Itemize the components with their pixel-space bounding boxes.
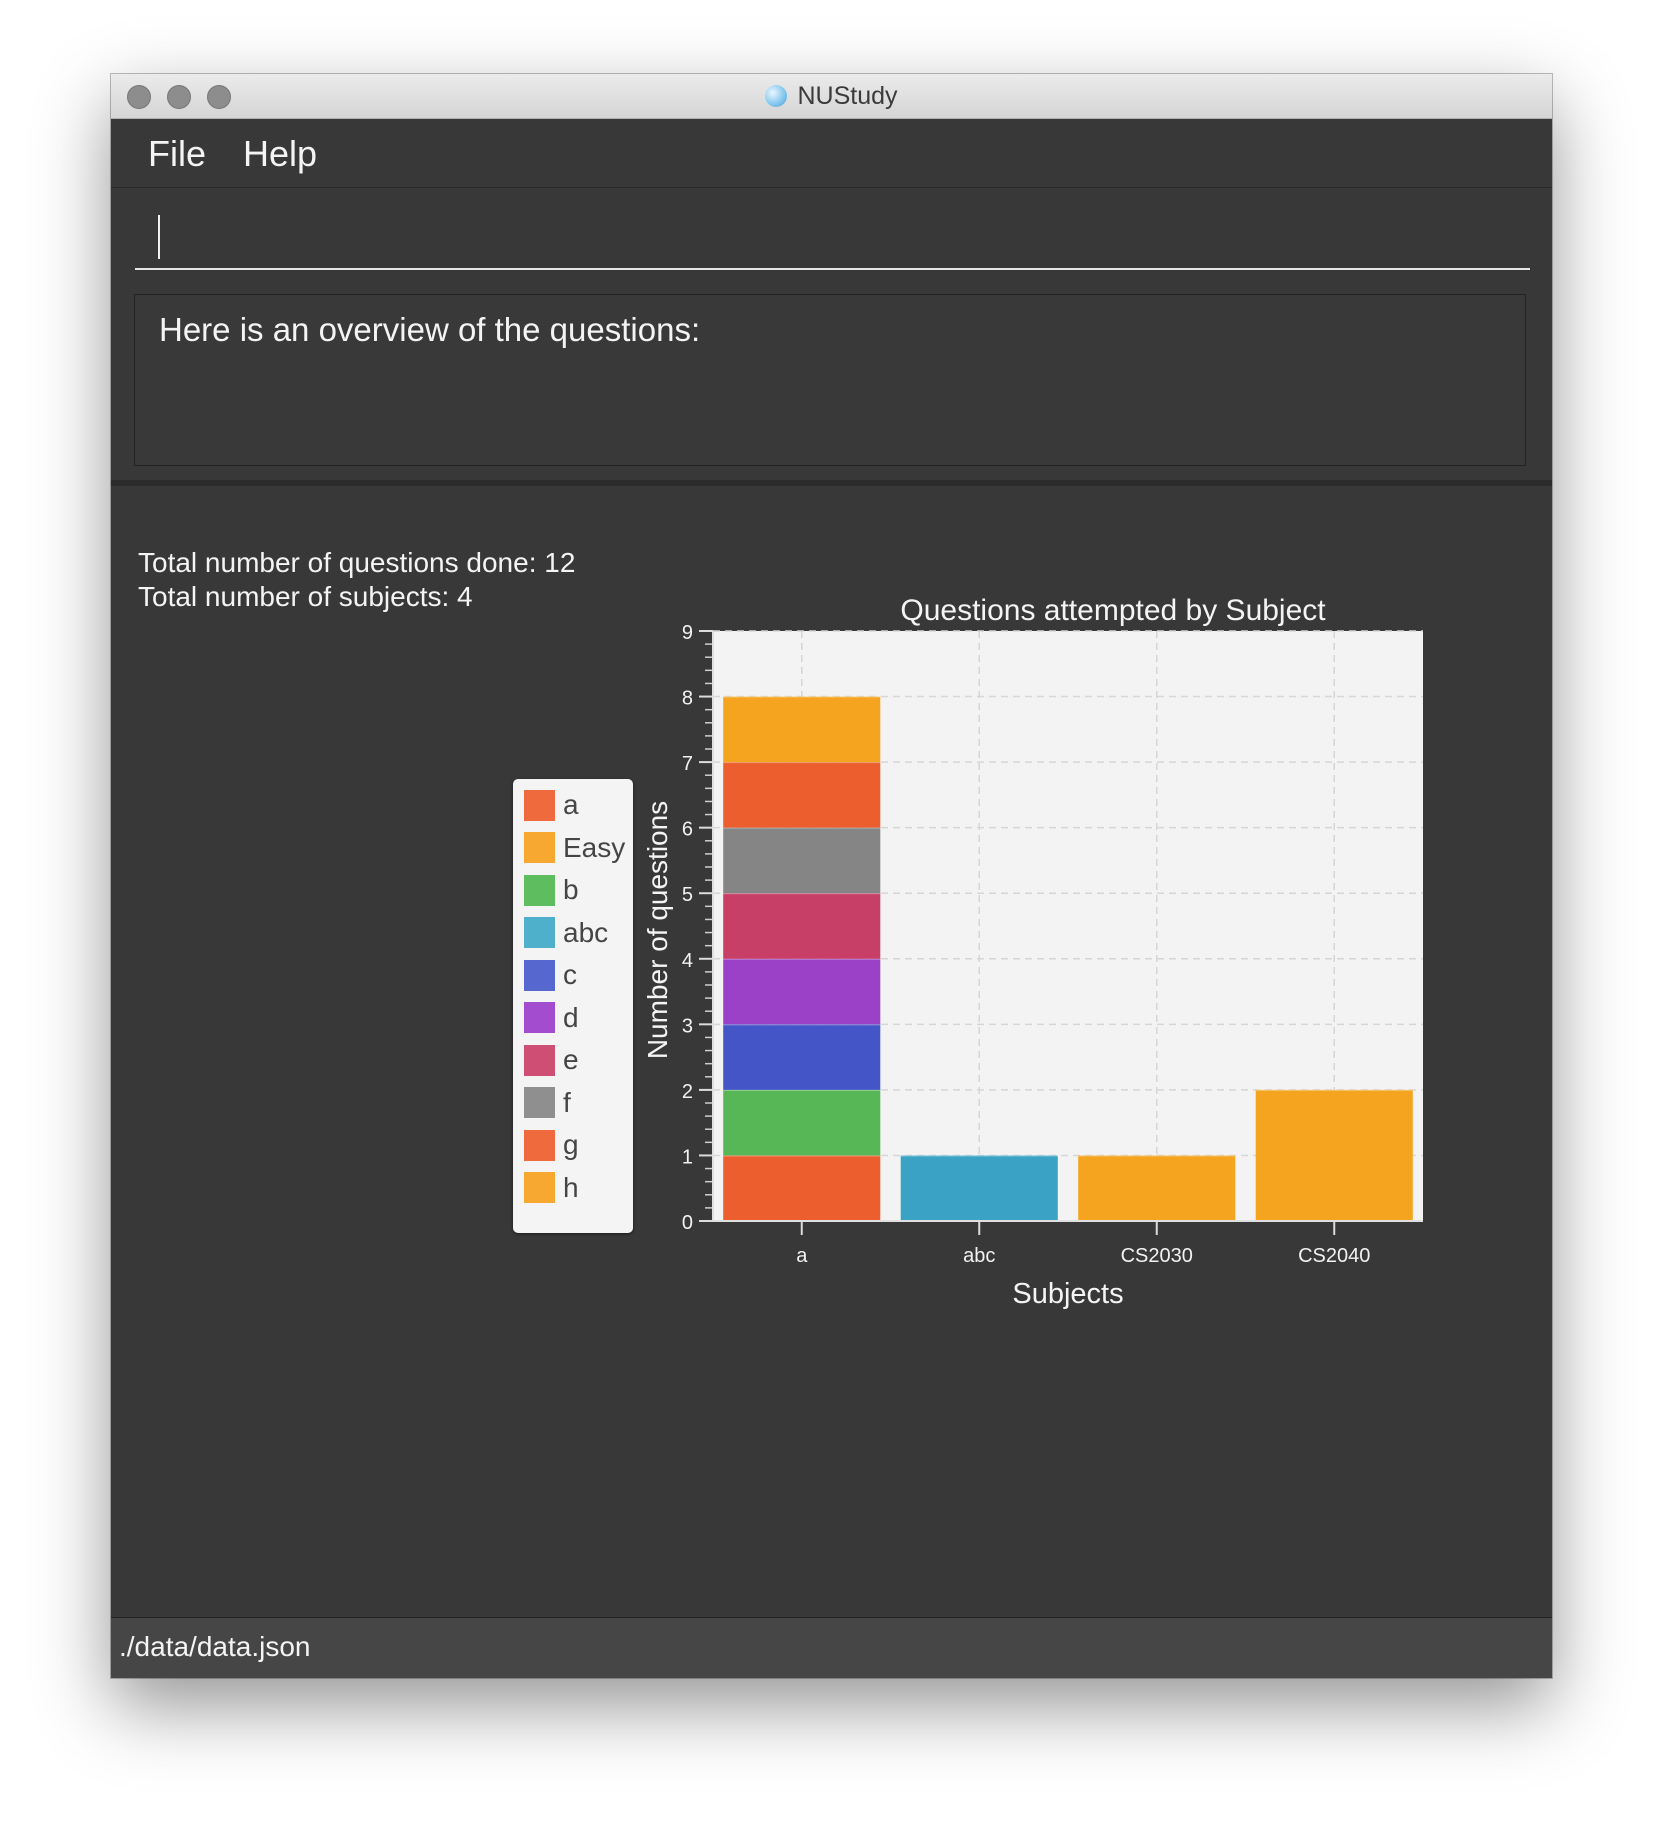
legend-label: g bbox=[563, 1129, 579, 1160]
y-tick-label: 6 bbox=[682, 819, 693, 841]
legend-swatch bbox=[524, 1129, 555, 1161]
legend-item: f bbox=[524, 1087, 571, 1119]
legend-label: f bbox=[563, 1086, 571, 1118]
y-tick-label: 7 bbox=[682, 753, 693, 775]
x-tick-label: a bbox=[796, 1245, 808, 1267]
legend-label: a bbox=[563, 789, 579, 820]
chart-legend: a Easy b abc c d e f g h bbox=[513, 779, 633, 1233]
legend-item: b bbox=[524, 874, 579, 906]
bar-segment bbox=[723, 827, 881, 894]
legend-item: g bbox=[524, 1129, 579, 1161]
legend-swatch bbox=[524, 874, 555, 906]
legend-swatch bbox=[524, 959, 555, 991]
bar-segment bbox=[723, 696, 881, 763]
legend-swatch bbox=[524, 1087, 555, 1118]
legend-label: Easy bbox=[563, 831, 626, 863]
app-window: NUStudy File Help Here is an overview of… bbox=[111, 74, 1552, 1678]
bar-segment bbox=[900, 1155, 1058, 1221]
legend-item: c bbox=[524, 959, 577, 991]
legend-label: c bbox=[563, 959, 577, 990]
y-tick-label: 4 bbox=[682, 950, 693, 972]
legend-swatch bbox=[524, 917, 555, 948]
legend-label: h bbox=[563, 1171, 579, 1203]
y-tick-label: 8 bbox=[682, 688, 693, 710]
legend-label: b bbox=[563, 874, 579, 905]
legend-swatch bbox=[524, 832, 555, 863]
status-bar: ./data/data.json bbox=[111, 1617, 1552, 1678]
x-tick-label: CS2030 bbox=[1121, 1245, 1193, 1267]
bar-segment bbox=[723, 1155, 881, 1221]
bar-segment bbox=[1255, 1089, 1413, 1221]
legend-swatch bbox=[524, 1044, 555, 1076]
y-tick-label: 3 bbox=[682, 1015, 693, 1037]
legend-swatch bbox=[524, 1002, 555, 1033]
y-tick-label: 5 bbox=[682, 884, 693, 906]
legend-label: e bbox=[563, 1044, 579, 1075]
y-tick-label: 0 bbox=[682, 1212, 693, 1234]
bar-segment bbox=[723, 1024, 881, 1090]
legend-item: a bbox=[524, 789, 579, 821]
bar-segment bbox=[723, 958, 881, 1025]
bar-segment bbox=[723, 1089, 881, 1156]
bar-segment bbox=[723, 893, 881, 959]
y-tick-label: 1 bbox=[682, 1146, 693, 1168]
legend-item: Easy bbox=[524, 832, 625, 864]
legend-swatch bbox=[524, 789, 555, 821]
legend-item: abc bbox=[524, 917, 608, 949]
status-file-path: ./data/data.json bbox=[119, 1631, 311, 1662]
bar-chart: 0 1 2 3 4 5 6 7 8 9 a abc CS2030 CS2040 Subjects Number… bbox=[642, 622, 1423, 1310]
y-tick-label: 2 bbox=[682, 1081, 693, 1103]
legend-label: d bbox=[563, 1001, 579, 1033]
legend-item: e bbox=[524, 1044, 579, 1076]
x-tick-label: abc bbox=[963, 1245, 995, 1267]
legend-item: d bbox=[524, 1002, 579, 1034]
y-axis-title: Number of questions bbox=[642, 801, 673, 1059]
y-tick-label: 9 bbox=[682, 622, 693, 644]
legend-swatch bbox=[524, 1172, 555, 1203]
legend-label: abc bbox=[563, 916, 609, 948]
legend-item: h bbox=[524, 1172, 579, 1204]
x-tick-label: CS2040 bbox=[1298, 1245, 1370, 1267]
bar-segment bbox=[1078, 1155, 1236, 1221]
bar-segment bbox=[723, 762, 881, 828]
x-axis-title: Subjects bbox=[1012, 1278, 1123, 1310]
